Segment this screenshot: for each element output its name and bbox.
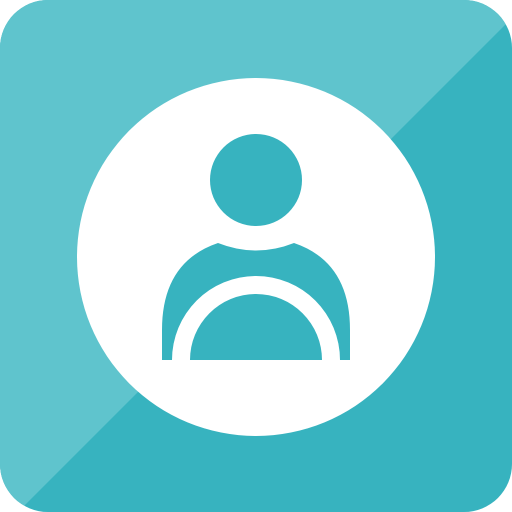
user-profile-icon[interactable] — [0, 0, 512, 512]
icon-canvas — [0, 0, 512, 512]
person-head-icon — [210, 134, 302, 226]
